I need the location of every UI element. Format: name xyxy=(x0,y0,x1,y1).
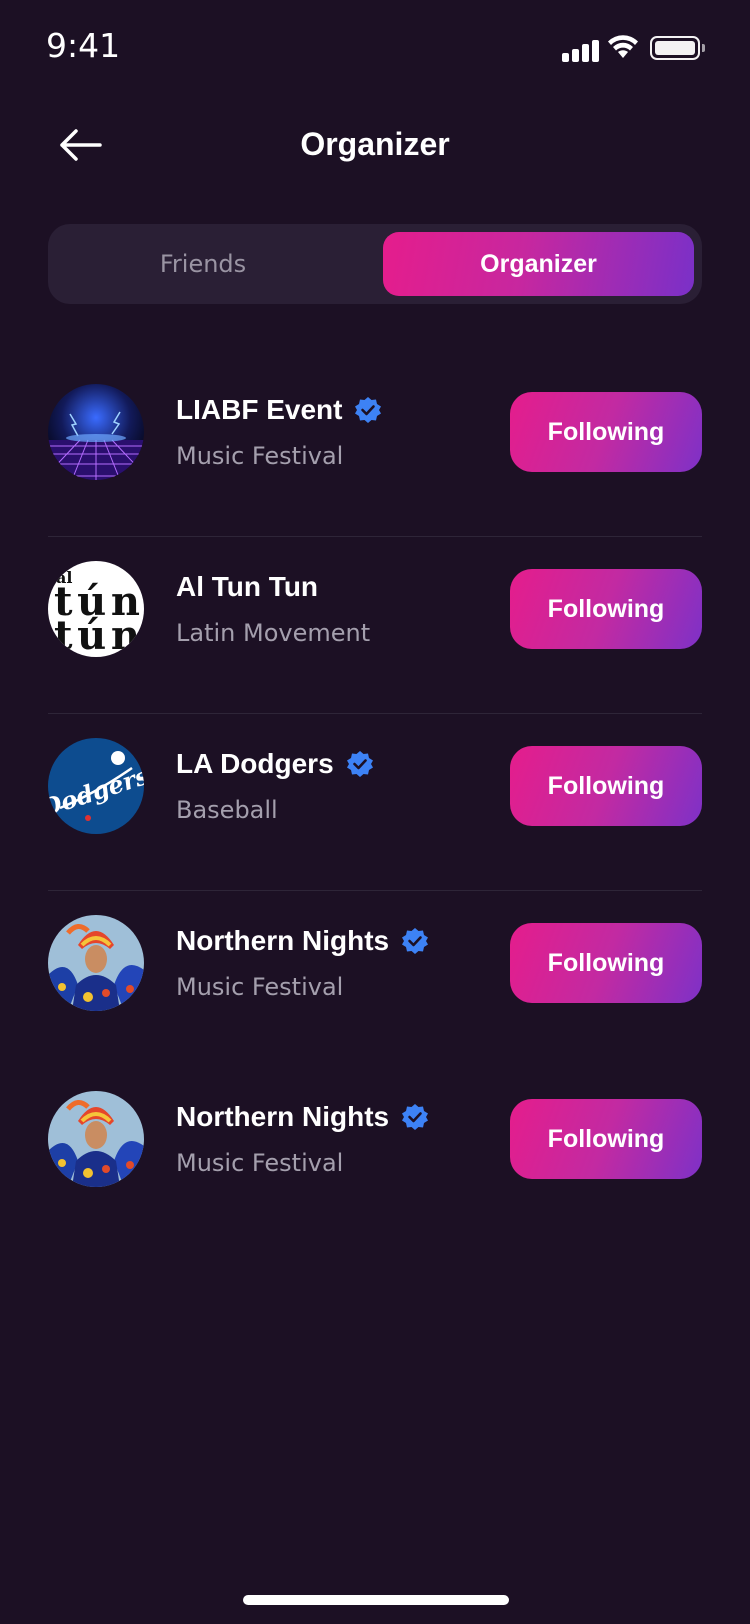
avatar: Dodgers xyxy=(48,738,144,834)
organizer-name: Northern Nights xyxy=(176,1101,390,1132)
dodgers-logo: Dodgers xyxy=(48,738,144,834)
wifi-icon xyxy=(608,35,638,58)
neon-grid-image xyxy=(48,384,144,480)
organizer-category: Latin Movement xyxy=(176,619,371,647)
name-line: Northern Nights xyxy=(176,1101,429,1133)
list-item[interactable]: Northern Nights Music Festival Following xyxy=(48,1067,702,1243)
avatar: al tún tún xyxy=(48,561,144,657)
tab-friends[interactable]: Friends xyxy=(48,232,358,296)
name-line: LIABF Event xyxy=(176,394,382,426)
battery-tip xyxy=(702,44,705,52)
following-button[interactable]: Following xyxy=(510,1099,702,1179)
organizer-name: LA Dodgers xyxy=(176,748,334,779)
organizer-category: Baseball xyxy=(176,796,278,824)
organizer-name: LIABF Event xyxy=(176,394,343,425)
avatar xyxy=(48,1091,144,1187)
segmented-control: Friends Organizer xyxy=(48,224,702,304)
name-line: Al Tun Tun xyxy=(176,571,318,603)
following-button[interactable]: Following xyxy=(510,923,702,1003)
verified-icon xyxy=(346,751,373,777)
verified-icon xyxy=(355,397,382,423)
organizer-category: Music Festival xyxy=(176,973,344,1001)
following-button[interactable]: Following xyxy=(510,746,702,826)
battery-icon xyxy=(650,36,700,60)
list-item[interactable]: LIABF Event Music Festival Following xyxy=(48,360,702,537)
verified-icon xyxy=(402,1104,429,1130)
dancer-photo xyxy=(48,1091,144,1187)
tab-organizer[interactable]: Organizer xyxy=(383,232,694,296)
home-indicator[interactable] xyxy=(243,1595,509,1605)
verified-icon xyxy=(402,928,429,954)
nav-bar: Organizer xyxy=(0,100,750,190)
status-bar: 9:41 xyxy=(0,0,750,90)
al-tun-tun-logo: al tún tún xyxy=(48,561,144,657)
signal-icon xyxy=(562,38,599,62)
name-line: Northern Nights xyxy=(176,925,429,957)
organizer-name: Al Tun Tun xyxy=(176,571,319,602)
page-title: Organizer xyxy=(300,126,450,162)
list-item[interactable]: Dodgers LA Dodgers Baseball Following xyxy=(48,714,702,891)
organizer-name: Northern Nights xyxy=(176,925,390,956)
following-button[interactable]: Following xyxy=(510,392,702,472)
logo-text: tún xyxy=(54,612,140,657)
organizer-category: Music Festival xyxy=(176,442,344,470)
name-line: LA Dodgers xyxy=(176,748,374,780)
avatar xyxy=(48,915,144,1011)
list-item[interactable]: Northern Nights Music Festival Following xyxy=(48,891,702,1067)
following-button[interactable]: Following xyxy=(510,569,702,649)
list-item[interactable]: al tún tún Al Tun Tun Latin Movement Fol… xyxy=(48,537,702,714)
dancer-photo xyxy=(48,915,144,1011)
organizer-category: Music Festival xyxy=(176,1149,344,1177)
avatar xyxy=(48,384,144,480)
status-time: 9:41 xyxy=(46,26,121,65)
organizer-list: LIABF Event Music Festival Following al … xyxy=(48,360,702,1243)
